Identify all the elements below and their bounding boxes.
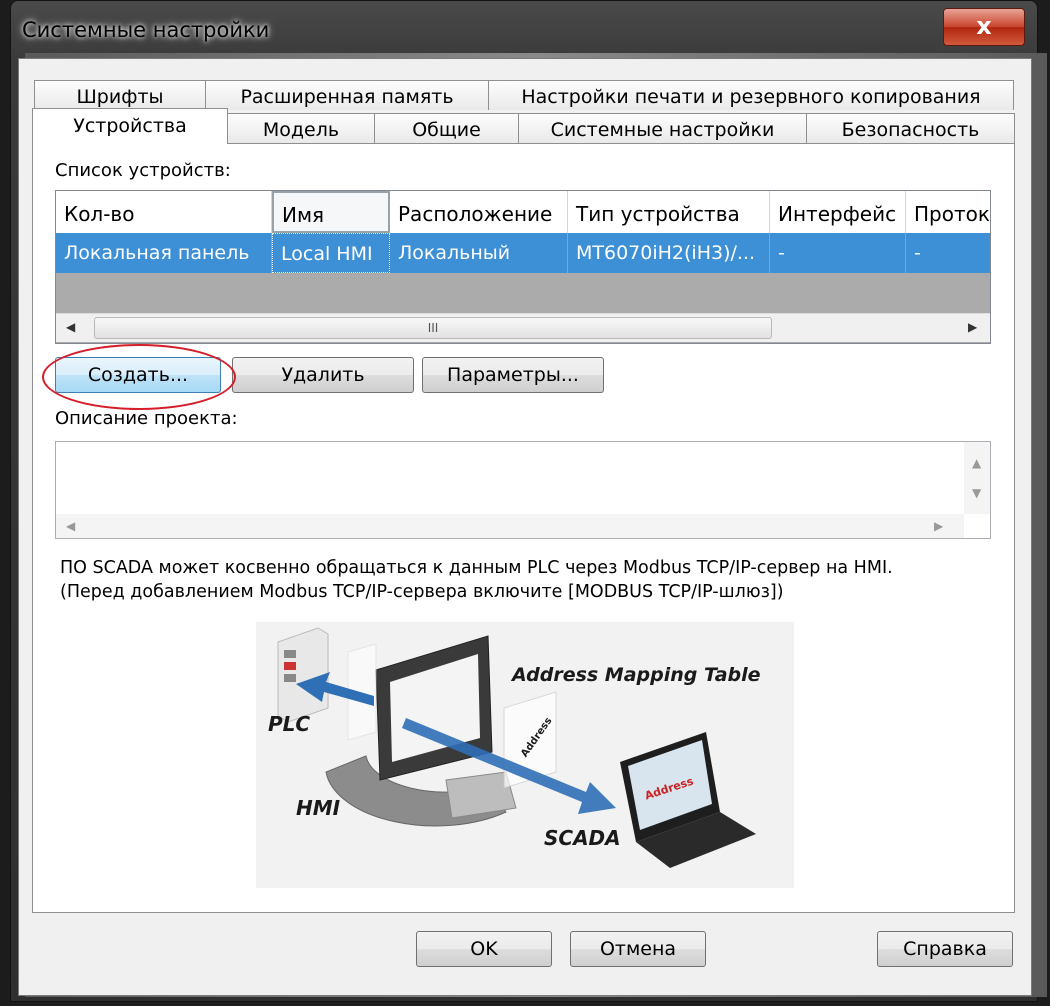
scada-label: SCADA	[544, 826, 621, 850]
plc-device-icon	[277, 627, 329, 723]
cell-device-type: MT6070iH2(iH3)/...	[568, 233, 770, 273]
close-button[interactable]: x	[943, 8, 1025, 46]
hmi-label: HMI	[296, 796, 341, 820]
column-header-location[interactable]: Расположение	[390, 191, 568, 233]
scroll-thumb[interactable]: III	[94, 317, 772, 339]
network-diagram-image: Address Mapping Table PLC HMI SCADA Addr…	[256, 622, 794, 888]
help-button[interactable]: Справка	[877, 931, 1013, 967]
column-header-interface[interactable]: Интерфейс	[770, 191, 906, 233]
address-mapping-title: Address Mapping Table	[512, 664, 761, 686]
tab-model[interactable]: Модель	[227, 113, 375, 143]
cell-protocol: -	[914, 242, 921, 264]
tab-print-backup[interactable]: Настройки печати и резервного копировани…	[488, 80, 1014, 110]
scroll-up-arrow-icon[interactable]: ▲	[972, 456, 981, 470]
cell-name: Local HMI	[272, 233, 390, 273]
cell-interface: -	[770, 233, 906, 273]
hmi-panel-icon	[375, 635, 493, 781]
column-header-device-type[interactable]: Тип устройства	[568, 191, 770, 233]
device-list-hscrollbar[interactable]: ◀ III ▶	[56, 313, 990, 342]
window-title: Системные настройки	[22, 18, 270, 42]
laptop-icon	[620, 732, 756, 868]
cell-location: Локальный	[390, 233, 568, 273]
cancel-button[interactable]: Отмена	[570, 931, 706, 967]
list-empty-area	[56, 273, 990, 313]
ok-button[interactable]: OK	[416, 931, 552, 967]
device-list[interactable]: Кол-во Имя Расположение Тип устройства И…	[55, 190, 991, 344]
tab-extended-memory[interactable]: Расширенная память	[205, 80, 489, 110]
device-list-header: Кол-во Имя Расположение Тип устройства И…	[56, 191, 990, 233]
table-row[interactable]: Локальная панель Local HMI Локальный MT6…	[56, 233, 990, 273]
scroll-left-arrow-icon[interactable]: ◀	[66, 320, 75, 334]
column-header-protocol[interactable]: Протокол	[906, 191, 990, 233]
plc-label: PLC	[268, 712, 311, 736]
parameters-button[interactable]: Параметры...	[422, 357, 604, 393]
tab-devices[interactable]: Устройства	[32, 108, 228, 144]
description-vscrollbar[interactable]: ▲ ▼	[964, 442, 990, 514]
scroll-down-arrow-icon[interactable]: ▼	[972, 486, 981, 500]
project-description-label: Описание проекта:	[55, 408, 238, 429]
tab-security[interactable]: Безопасность	[806, 113, 1015, 143]
cell-count: Локальная панель	[56, 233, 272, 273]
device-list-label: Список устройств:	[55, 160, 231, 181]
delete-button[interactable]: Удалить	[232, 357, 414, 393]
column-header-count[interactable]: Кол-во	[56, 191, 272, 233]
project-description-field[interactable]: ▲ ▼ ◀ ▶	[55, 441, 991, 539]
tab-system-settings[interactable]: Системные настройки	[518, 113, 807, 143]
scroll-left-arrow-icon[interactable]: ◀	[66, 519, 75, 533]
tab-fonts[interactable]: Шрифты	[34, 80, 206, 110]
note-line-2: (Перед добавлением Modbus TCP/IP-сервера…	[60, 582, 784, 602]
highlight-oval	[42, 344, 236, 410]
scroll-right-arrow-icon[interactable]: ▶	[968, 320, 977, 334]
tab-general[interactable]: Общие	[374, 113, 519, 143]
scroll-right-arrow-icon[interactable]: ▶	[934, 519, 943, 533]
column-header-name[interactable]: Имя	[272, 191, 390, 233]
description-hscrollbar[interactable]: ◀ ▶	[56, 514, 964, 538]
note-line-1: ПО SCADA может косвенно обращаться к дан…	[60, 558, 893, 578]
